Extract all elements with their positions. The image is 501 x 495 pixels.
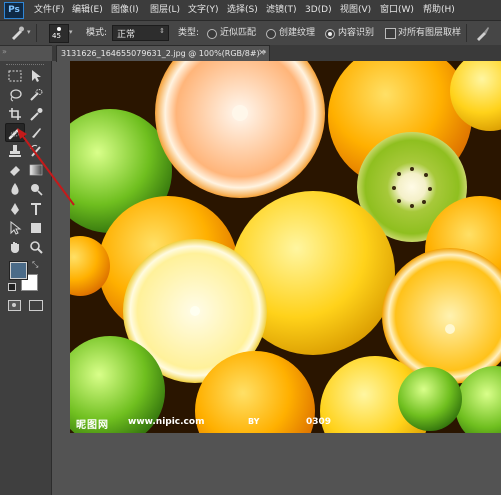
menu-3d[interactable]: 3D(D)	[305, 4, 332, 16]
divider	[466, 24, 467, 42]
pen-icon	[11, 203, 19, 215]
blur-tool[interactable]	[6, 180, 24, 197]
divider	[36, 24, 37, 42]
dodge-icon	[31, 184, 43, 196]
brush-size-value: 45	[52, 32, 61, 40]
gradient-icon	[29, 164, 43, 176]
zoom-tool[interactable]	[27, 238, 45, 255]
rectangle-tool[interactable]	[27, 219, 45, 236]
spot-healing-brush-icon[interactable]	[9, 25, 25, 41]
tools-panel: ⤡	[0, 61, 52, 495]
menu-image[interactable]: 图像(I)	[111, 4, 139, 16]
spot-healing-brush-tool[interactable]	[5, 123, 25, 142]
updown-icon: ⇕	[159, 27, 165, 35]
menu-bar: Ps 文件(F) 编辑(E) 图像(I) 图层(L) 文字(Y) 选择(S) 滤…	[0, 0, 501, 21]
options-bar: ▾ 45 ▾ 模式: 正常 ⇕ 类型: 近似匹配 创建纹理 内容识别 对所有图层…	[0, 21, 501, 46]
lasso-tool[interactable]	[6, 86, 24, 103]
marquee-tool[interactable]	[6, 67, 24, 84]
sample-all-layers-checkbox[interactable]	[385, 28, 396, 39]
path-select-icon	[10, 220, 22, 235]
type-label: 类型:	[178, 28, 200, 38]
menu-type[interactable]: 文字(Y)	[188, 4, 219, 16]
pressure-brush-icon[interactable]	[474, 25, 490, 41]
path-select-tool[interactable]	[6, 219, 24, 236]
radio-texture[interactable]	[266, 29, 276, 39]
ps-logo: Ps	[4, 2, 24, 19]
chevron-down-icon[interactable]: ▾	[27, 28, 31, 36]
hand-tool[interactable]	[6, 238, 24, 255]
radio-proximity-label: 近似匹配	[220, 28, 257, 38]
marquee-icon	[8, 70, 22, 82]
zoom-icon	[30, 241, 43, 254]
mode-value: 正常	[117, 30, 136, 40]
swap-colors-icon[interactable]: ⤡	[32, 260, 38, 270]
chevron-down-icon[interactable]: ▾	[69, 28, 73, 36]
dodge-tool[interactable]	[27, 180, 45, 197]
radio-texture-label: 创建纹理	[279, 28, 316, 38]
screen-mode-icon[interactable]	[29, 300, 43, 311]
rectangle-icon	[31, 223, 41, 233]
move-tool[interactable]	[27, 67, 45, 84]
type-tool[interactable]	[27, 200, 45, 217]
pen-tool[interactable]	[6, 200, 24, 217]
history-brush-tool[interactable]	[27, 142, 45, 159]
eyedropper-icon	[30, 108, 43, 121]
document-tab[interactable]: 3131626_164655079631_2.jpg @ 100%(RGB/8#…	[56, 45, 270, 62]
history-brush-icon	[30, 144, 41, 157]
mode-label: 模式:	[86, 28, 108, 38]
eraser-tool[interactable]	[6, 161, 24, 178]
radio-content-aware-label: 内容识别	[338, 28, 375, 38]
watermark-site: 昵图网	[76, 420, 109, 431]
crop-tool[interactable]	[6, 105, 24, 122]
menu-view[interactable]: 视图(V)	[340, 4, 371, 16]
spot-healing-brush-icon	[8, 128, 20, 140]
clone-stamp-icon	[9, 145, 21, 157]
brush-size-picker[interactable]: 45	[49, 24, 69, 43]
panel-collapse-icon[interactable]: »	[2, 47, 7, 56]
type-icon	[31, 203, 41, 215]
menu-layer[interactable]: 图层(L)	[150, 4, 180, 16]
brush-tip-icon	[57, 27, 61, 31]
lasso-icon	[10, 89, 22, 102]
document-canvas[interactable]: 昵图网 www.nipic.com BY 0309	[70, 61, 501, 433]
crop-icon	[9, 108, 21, 120]
sample-all-layers-label: 对所有图层取样	[398, 28, 462, 38]
quick-mask-icon[interactable]	[8, 300, 21, 311]
default-colors-icon[interactable]	[8, 283, 16, 291]
watermark-url: www.nipic.com	[128, 417, 205, 427]
mode-select[interactable]: 正常 ⇕	[112, 25, 169, 41]
hand-icon	[11, 242, 19, 253]
menu-window[interactable]: 窗口(W)	[380, 4, 414, 16]
watermark-id: 0309	[306, 417, 332, 427]
menu-help[interactable]: 帮助(H)	[423, 4, 455, 16]
watermark-by: BY	[248, 417, 260, 426]
quick-select-icon	[30, 89, 43, 101]
move-icon	[32, 70, 41, 82]
foreground-color-swatch[interactable]	[9, 261, 28, 280]
blur-icon	[11, 183, 19, 195]
fruit-photo	[70, 61, 501, 433]
brush-tool[interactable]	[27, 123, 45, 140]
brush-icon	[32, 128, 41, 138]
clone-stamp-tool[interactable]	[6, 142, 24, 159]
eyedropper-tool[interactable]	[27, 105, 45, 122]
gradient-tool[interactable]	[27, 161, 45, 178]
quick-select-tool[interactable]	[27, 86, 45, 103]
menu-file[interactable]: 文件(F)	[34, 4, 64, 16]
radio-content-aware[interactable]	[325, 29, 335, 39]
menu-select[interactable]: 选择(S)	[227, 4, 258, 16]
document-tab-title: 3131626_164655079631_2.jpg @ 100%(RGB/8#…	[61, 49, 267, 58]
close-tab-icon[interactable]: ×	[258, 48, 266, 58]
menu-edit[interactable]: 编辑(E)	[72, 4, 103, 16]
menu-filter[interactable]: 滤镜(T)	[266, 4, 297, 16]
eraser-icon	[10, 166, 20, 176]
radio-proximity[interactable]	[207, 29, 217, 39]
